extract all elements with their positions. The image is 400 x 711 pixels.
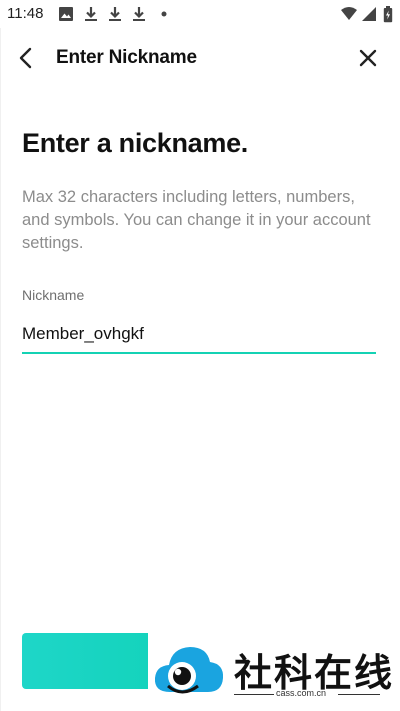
download-icon [83,6,99,27]
nickname-label: Nickname [22,287,85,303]
battery-icon [383,6,393,28]
cloud-eye-icon [154,647,224,694]
wifi-icon [340,6,358,27]
submit-button[interactable] [22,633,154,689]
signal-icon [361,6,377,27]
watermark-url: cass.com.cn [276,688,327,698]
description-text: Max 32 characters including letters, num… [22,188,371,252]
close-button[interactable] [352,42,384,74]
app-header: Enter Nickname [0,28,400,88]
chevron-left-icon [19,47,32,69]
image-icon [58,6,74,27]
watermark: 社科在线 cass.com.cn [148,624,400,711]
dot-icon [158,6,174,27]
status-time: 11:48 [7,5,44,22]
close-icon [359,49,377,67]
download-icon [107,6,123,27]
watermark-line [338,694,380,695]
nickname-input[interactable] [22,316,376,354]
edge-divider [0,28,1,711]
watermark-line [234,694,274,695]
page-title: Enter a nickname. [22,128,248,158]
status-bar: 11:48 [0,0,400,28]
download-icon [131,6,147,27]
header-title: Enter Nickname [56,47,197,68]
back-button[interactable] [10,42,42,74]
